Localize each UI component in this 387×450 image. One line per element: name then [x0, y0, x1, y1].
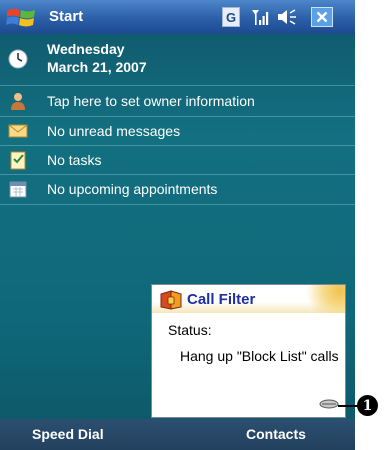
softkey-bar: Speed Dial Contacts	[0, 419, 355, 450]
volume-icon[interactable]	[276, 7, 298, 27]
appointments-text: No upcoming appointments	[47, 181, 218, 197]
close-icon	[316, 11, 328, 23]
appointments-row[interactable]: No upcoming appointments	[0, 175, 355, 203]
title-bar: Start G	[0, 0, 355, 34]
callout-line	[338, 405, 358, 407]
speed-dial-softkey[interactable]: Speed Dial	[32, 426, 104, 442]
callout-marker: 1	[357, 395, 378, 416]
date-label: March 21, 2007	[47, 59, 147, 75]
weekday-label: Wednesday	[47, 41, 125, 57]
notification-status-label: Status:	[168, 322, 212, 338]
windows-start-icon[interactable]	[4, 3, 40, 31]
g-icon[interactable]: G	[222, 7, 240, 27]
today-screen: Start G Wednesday March 21, 2007 Tap her…	[0, 0, 355, 450]
messages-row[interactable]: No unread messages	[0, 117, 355, 145]
date-row[interactable]: Wednesday March 21, 2007	[0, 36, 355, 82]
signal-icon[interactable]	[250, 7, 270, 27]
messages-text: No unread messages	[47, 123, 181, 139]
envelope-icon	[8, 124, 28, 138]
calendar-icon	[9, 181, 27, 198]
grip-icon[interactable]	[319, 399, 339, 409]
owner-icon	[11, 93, 25, 110]
tasks-row[interactable]: No tasks	[0, 146, 355, 174]
notification-title: Call Filter	[187, 291, 256, 308]
owner-row[interactable]: Tap here to set owner information	[0, 87, 355, 115]
owner-text: Tap here to set owner information	[47, 93, 255, 109]
tasks-text: No tasks	[47, 152, 102, 168]
contacts-softkey[interactable]: Contacts	[246, 426, 306, 442]
date-text: Wednesday March 21, 2007	[47, 40, 147, 76]
header-decoration	[297, 285, 345, 313]
notification-header: Call Filter	[152, 285, 345, 313]
call-filter-icon	[160, 290, 182, 310]
close-button[interactable]	[311, 7, 333, 27]
notification-body: Hang up "Block List" calls	[180, 348, 339, 364]
divider	[0, 204, 355, 205]
call-filter-notification[interactable]: Call Filter Status: Hang up "Block List"…	[151, 284, 346, 418]
tasks-icon	[10, 151, 26, 170]
clock-icon	[8, 49, 28, 69]
start-button[interactable]: Start	[49, 8, 83, 25]
divider	[0, 85, 355, 86]
